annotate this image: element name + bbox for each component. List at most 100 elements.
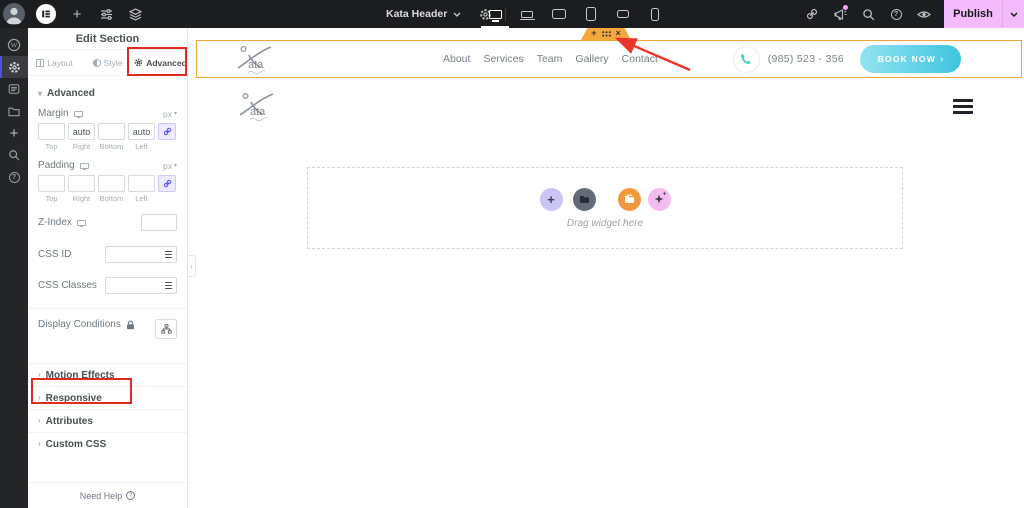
svg-text:W: W [10, 41, 18, 50]
add-widget-button[interactable]: + [539, 187, 563, 211]
sparkle-icon [654, 194, 664, 204]
nav-item-about[interactable]: About [443, 53, 470, 65]
add-new-icon[interactable]: + [69, 0, 85, 28]
device-tablet-button[interactable] [583, 0, 599, 28]
elementor-logo-button[interactable] [36, 4, 56, 24]
margin-unit-select[interactable]: px ▾ [163, 109, 177, 119]
nav-item-services[interactable]: Services [483, 53, 523, 65]
publish-options-button[interactable] [1003, 0, 1024, 28]
section-motion-effects[interactable]: › Motion Effects [28, 363, 187, 386]
responsive-monitor-icon[interactable] [73, 110, 83, 118]
display-conditions-button[interactable] [155, 319, 177, 339]
elements-sliders-icon[interactable] [98, 0, 114, 28]
device-desktop-button[interactable] [487, 0, 503, 28]
nav-item-gallery[interactable]: Gallery [575, 53, 608, 65]
publish-button[interactable]: Publish [944, 8, 1002, 20]
margin-right-input[interactable] [68, 123, 95, 140]
section-responsive[interactable]: › Responsive [28, 386, 187, 409]
drag-widget-hint: Drag widget here [566, 217, 644, 229]
link-values-button[interactable] [158, 123, 176, 140]
rail-search-button[interactable] [0, 144, 28, 166]
z-index-label: Z-Index [38, 217, 72, 228]
kata-logo[interactable]: ata [235, 43, 275, 75]
document-switcher[interactable]: Kata Header [386, 8, 461, 20]
rail-help-button[interactable]: ? [0, 166, 28, 188]
search-icon[interactable] [860, 0, 876, 28]
margin-bottom-input[interactable] [98, 123, 125, 140]
widget-drop-area[interactable]: + Drag widget here [307, 167, 903, 249]
padding-left-input[interactable] [128, 175, 155, 192]
dynamic-tags-icon[interactable] [163, 278, 176, 293]
chain-link-icon [163, 127, 171, 136]
margin-control: Margin px ▾ Top Right Bottom [38, 108, 177, 151]
rail-settings-button[interactable] [0, 56, 28, 78]
device-laptop-button[interactable] [519, 0, 535, 28]
device-mobile-landscape-button[interactable] [615, 0, 631, 28]
header-section-selected[interactable]: ata About Services Team Gallery Contact … [196, 40, 1022, 78]
padding-bottom-input[interactable] [98, 175, 125, 192]
tab-advanced[interactable]: Advanced [134, 50, 187, 75]
site-settings-layers-icon[interactable] [127, 0, 143, 28]
caret-right-icon: › [38, 370, 41, 379]
phone-icon [741, 53, 751, 65]
wordpress-icon: W [7, 38, 21, 52]
search-icon [9, 150, 20, 161]
delete-section-icon[interactable]: × [616, 29, 621, 38]
lock-icon [126, 320, 134, 330]
templates-folder-button[interactable] [572, 187, 596, 211]
link-icon[interactable] [804, 0, 820, 28]
responsive-monitor-icon[interactable] [76, 219, 86, 227]
padding-top-input[interactable] [38, 175, 65, 192]
whats-new-megaphone-icon[interactable] [832, 0, 848, 28]
rail-add-button[interactable]: + [0, 122, 28, 144]
dynamic-tags-icon[interactable] [163, 247, 176, 262]
rail-navigator-button[interactable] [0, 78, 28, 100]
drag-handle-icon[interactable] [601, 30, 611, 37]
hamburger-menu-icon[interactable] [953, 99, 973, 114]
nav-item-team[interactable]: Team [537, 53, 563, 65]
advanced-section-header[interactable]: ▾ Advanced [38, 76, 177, 108]
padding-unit-select[interactable]: px ▾ [163, 161, 177, 171]
margin-top-input[interactable] [38, 123, 65, 140]
publish-button-group: Publish [944, 0, 1024, 28]
padding-label: Padding [38, 160, 75, 171]
device-tablet-landscape-button[interactable] [551, 0, 567, 28]
gear-icon [8, 61, 20, 73]
mobile-landscape-icon [617, 10, 629, 18]
margin-label: Margin [38, 108, 69, 119]
header-nav: About Services Team Gallery Contact [443, 53, 658, 65]
elementor-logo-icon [42, 10, 50, 18]
padding-right-input[interactable] [68, 175, 95, 192]
tab-style[interactable]: Style [81, 50, 134, 75]
device-mobile-button[interactable] [647, 0, 663, 28]
top-bar: + Kata Header ? Publish [0, 0, 1024, 28]
kit-library-button[interactable] [617, 187, 641, 211]
ai-sparkle-button[interactable] [647, 187, 671, 211]
responsive-device-switcher [487, 0, 663, 28]
kata-logo-mobile[interactable]: ata [237, 90, 277, 122]
z-index-input[interactable] [141, 214, 177, 231]
preview-eye-icon[interactable] [916, 0, 932, 28]
css-id-input[interactable] [106, 248, 163, 261]
need-help-link[interactable]: Need Help ? [28, 482, 187, 508]
help-icon[interactable]: ? [888, 0, 904, 28]
phone-number: (985) 523 - 356 [767, 53, 844, 65]
rail-folder-button[interactable] [0, 100, 28, 122]
section-attributes[interactable]: › Attributes [28, 409, 187, 432]
tab-layout[interactable]: Layout [28, 50, 81, 75]
css-classes-input[interactable] [106, 279, 163, 292]
panel-collapse-handle[interactable]: ‹ [188, 255, 196, 277]
caret-right-icon: › [38, 416, 41, 425]
rail-wordpress-button[interactable]: W [0, 34, 28, 56]
sparkle-icon [662, 191, 667, 196]
caret-right-icon: › [38, 439, 41, 448]
responsive-monitor-icon[interactable] [79, 162, 89, 170]
folder-icon [8, 107, 20, 116]
section-custom-css[interactable]: › Custom CSS [28, 432, 187, 455]
link-values-button[interactable] [158, 175, 176, 192]
avatar[interactable] [3, 3, 25, 25]
book-now-button[interactable]: BOOK NOW › [860, 45, 961, 73]
add-section-icon[interactable]: + [591, 29, 596, 38]
nav-item-contact[interactable]: Contact [622, 53, 658, 65]
margin-left-input[interactable] [128, 123, 155, 140]
